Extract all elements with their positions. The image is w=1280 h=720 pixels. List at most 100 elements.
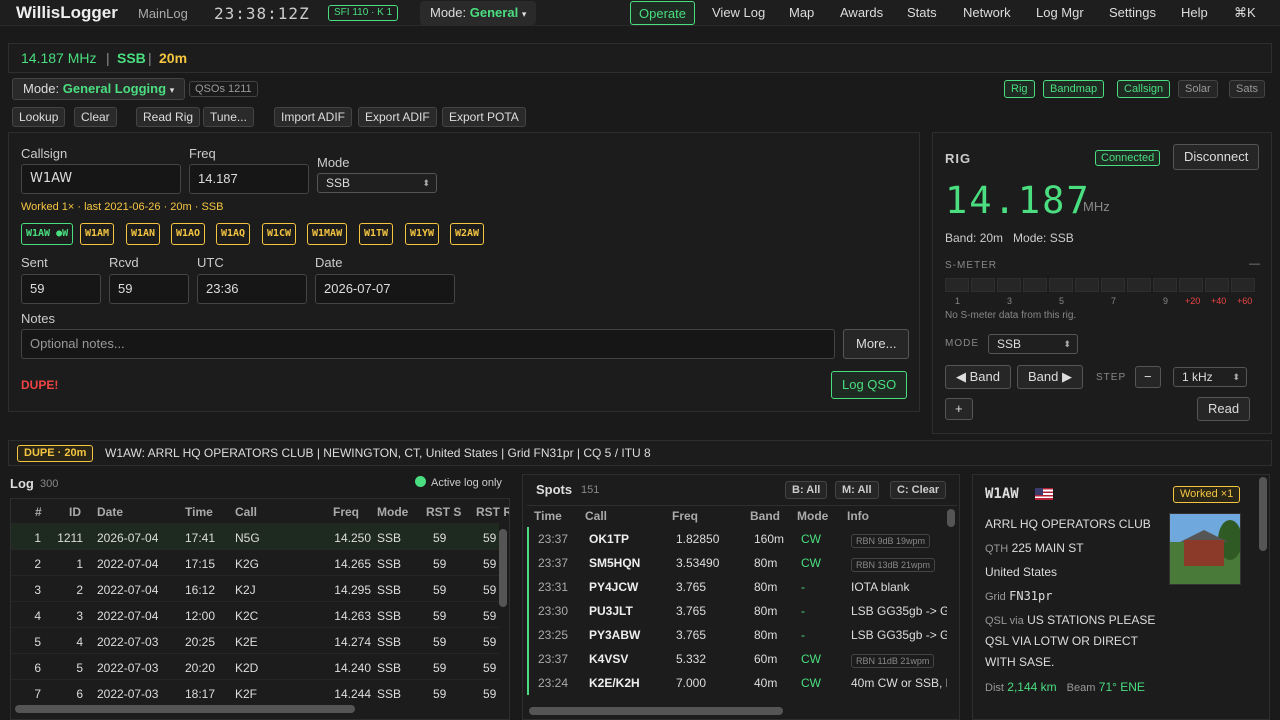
table-cell: 59 (483, 531, 497, 545)
lookup-button[interactable]: Lookup (12, 107, 66, 127)
table-row[interactable]: 5 4 2022-07-03 20:25 K2E 14.274 SSB 59 59 (11, 627, 499, 653)
notes-input[interactable]: Optional notes... (21, 329, 835, 359)
nav-help[interactable]: Help (1173, 1, 1216, 25)
partial-match-chip[interactable]: W1CW (262, 223, 297, 245)
table-row[interactable]: 6 5 2022-07-03 20:20 K2D 14.240 SSB 59 59 (11, 653, 499, 679)
step-label: STEP (1096, 372, 1127, 383)
column-header[interactable]: Freq (672, 509, 698, 523)
tune-button[interactable]: Tune... (203, 107, 254, 127)
freq-input[interactable]: 14.187 (189, 164, 309, 194)
step-plus-button[interactable]: + (945, 398, 973, 420)
partial-match-chip[interactable]: W1AQ (216, 223, 251, 245)
card-qsl-line3: WITH SASE. (985, 655, 1055, 669)
log-qso-button[interactable]: Log QSO (831, 371, 908, 399)
more-button[interactable]: More... (843, 329, 910, 359)
column-header[interactable]: Date (97, 505, 123, 519)
active-log-only-toggle[interactable]: Active log only (415, 476, 502, 489)
rst-rcvd-input[interactable]: 59 (109, 274, 189, 304)
column-header[interactable]: Call (235, 505, 257, 519)
callsign-input[interactable]: W1AW (21, 164, 181, 194)
nav-awards[interactable]: Awards (832, 1, 891, 25)
spot-row[interactable]: 23:30 PU3JLT 3.765 80m - LSB GG35gb -> G (527, 599, 947, 623)
toggle-callsign[interactable]: Callsign (1117, 80, 1171, 98)
table-cell: 17:41 (185, 531, 216, 545)
nav-view-log[interactable]: View Log (704, 1, 773, 25)
column-header[interactable]: Time (185, 505, 213, 519)
scrollbar[interactable] (947, 509, 955, 527)
nav-log-mgr[interactable]: Log Mgr (1028, 1, 1092, 25)
column-header[interactable]: Time (534, 509, 562, 523)
qso-entry-panel: Callsign W1AW Freq 14.187 Mode SSB ⬍ Work… (8, 132, 920, 412)
partial-match-chip[interactable]: W2AW (450, 223, 485, 245)
toggle-solar[interactable]: Solar (1178, 80, 1218, 98)
band-up-button[interactable]: Band ▶ (1017, 365, 1083, 389)
partial-match-chip[interactable]: W1AN (126, 223, 161, 245)
mode-dropdown[interactable]: Mode: General ▾ (420, 1, 537, 25)
partial-match-chip[interactable]: W1YW (405, 223, 440, 245)
solar-badge: SFI 110 · K 1 (328, 5, 399, 21)
table-cell: 59 (433, 557, 447, 571)
mode-select[interactable]: SSB ⬍ (317, 173, 437, 193)
band-filter-button[interactable]: B: All (785, 481, 828, 499)
scrollbar[interactable] (1259, 477, 1267, 551)
scrollbar[interactable] (529, 707, 783, 715)
column-header[interactable]: Mode (797, 509, 828, 523)
column-header[interactable]: RST S (426, 505, 461, 519)
read-rig-button[interactable]: Read Rig (136, 107, 201, 127)
spot-row[interactable]: 23:25 PY3ABW 3.765 80m - LSB GG35gb -> G (527, 623, 947, 647)
column-header[interactable]: Info (847, 509, 869, 523)
station-photo[interactable] (1169, 513, 1241, 585)
rig-mode-select[interactable]: SSB ⬍ (988, 334, 1078, 354)
column-header[interactable]: ID (69, 505, 81, 519)
column-header[interactable]: Call (585, 509, 607, 523)
export-pota-button[interactable]: Export POTA (442, 107, 526, 127)
nav-settings[interactable]: Settings (1101, 1, 1164, 25)
disconnect-button[interactable]: Disconnect (1173, 144, 1260, 170)
spot-row[interactable]: 23:37 K4VSV 5.332 60m CW RBN 11dB 21wpm (527, 647, 947, 671)
utc-input[interactable]: 23:36 (197, 274, 307, 304)
scrollbar[interactable] (15, 705, 355, 713)
clear-button[interactable]: Clear (74, 107, 117, 127)
log-name[interactable]: MainLog (138, 6, 188, 21)
export-adif-button[interactable]: Export ADIF (358, 107, 437, 127)
column-header[interactable]: Mode (377, 505, 408, 519)
rst-sent-input[interactable]: 59 (21, 274, 101, 304)
step-select[interactable]: 1 kHz ⬍ (1173, 367, 1247, 387)
toggle-bandmap[interactable]: Bandmap (1043, 80, 1105, 98)
spot-row[interactable]: 23:31 PY4JCW 3.765 80m - IOTA blank (527, 575, 947, 599)
partial-match-chip[interactable]: W1MAW (307, 223, 348, 245)
toggle-sats[interactable]: Sats (1229, 80, 1266, 98)
spot-cell: PY4JCW (589, 580, 639, 594)
table-row[interactable]: 7 6 2022-07-03 18:17 K2F 14.244 SSB 59 59 (11, 679, 499, 705)
column-header[interactable]: Freq (333, 505, 359, 519)
band-down-button[interactable]: ◀ Band (945, 365, 1011, 389)
nav-map[interactable]: Map (781, 1, 822, 25)
nav-network[interactable]: Network (955, 1, 1019, 25)
partial-match-chip[interactable]: W1AM (80, 223, 115, 245)
nav-operate[interactable]: Operate (630, 1, 695, 25)
nav-stats[interactable]: Stats (899, 1, 945, 25)
table-row[interactable]: 3 2 2022-07-04 16:12 K2J 14.295 SSB 59 59 (11, 575, 499, 601)
scrollbar[interactable] (499, 529, 507, 607)
column-header[interactable]: # (35, 505, 42, 519)
table-row[interactable]: 1 1211 2026-07-04 17:41 N5G 14.250 SSB 59 59 (11, 523, 499, 549)
date-input[interactable]: 2026-07-07 (315, 274, 455, 304)
clear-spots-button[interactable]: C: Clear (890, 481, 947, 499)
step-minus-button[interactable]: − (1135, 366, 1161, 388)
import-adif-button[interactable]: Import ADIF (274, 107, 353, 127)
spot-row[interactable]: 23:37 OK1TP 1.82850 160m CW RBN 9dB 19wpm (527, 527, 947, 551)
column-header[interactable]: RST R (476, 505, 509, 519)
partial-match-chip[interactable]: W1TW (359, 223, 394, 245)
mode-filter-button[interactable]: M: All (835, 481, 879, 499)
read-button[interactable]: Read (1197, 397, 1251, 421)
table-row[interactable]: 2 1 2022-07-04 17:15 K2G 14.265 SSB 59 59 (11, 549, 499, 575)
logging-mode-select[interactable]: Mode: General Logging ▾ (12, 78, 186, 100)
toggle-rig[interactable]: Rig (1004, 80, 1035, 98)
partial-match-chip[interactable]: W1AO (171, 223, 206, 245)
table-row[interactable]: 4 3 2022-07-04 12:00 K2C 14.263 SSB 59 59 (11, 601, 499, 627)
command-palette-button[interactable]: ⌘K (1226, 1, 1264, 25)
partial-match-chip[interactable]: W1AW ●W (21, 223, 74, 245)
spot-row[interactable]: 23:24 K2E/K2H 7.000 40m CW 40m CW or SSB, l (527, 671, 947, 695)
spot-row[interactable]: 23:37 SM5HQN 3.53490 80m CW RBN 13dB 21wpm (527, 551, 947, 575)
column-header[interactable]: Band (750, 509, 780, 523)
